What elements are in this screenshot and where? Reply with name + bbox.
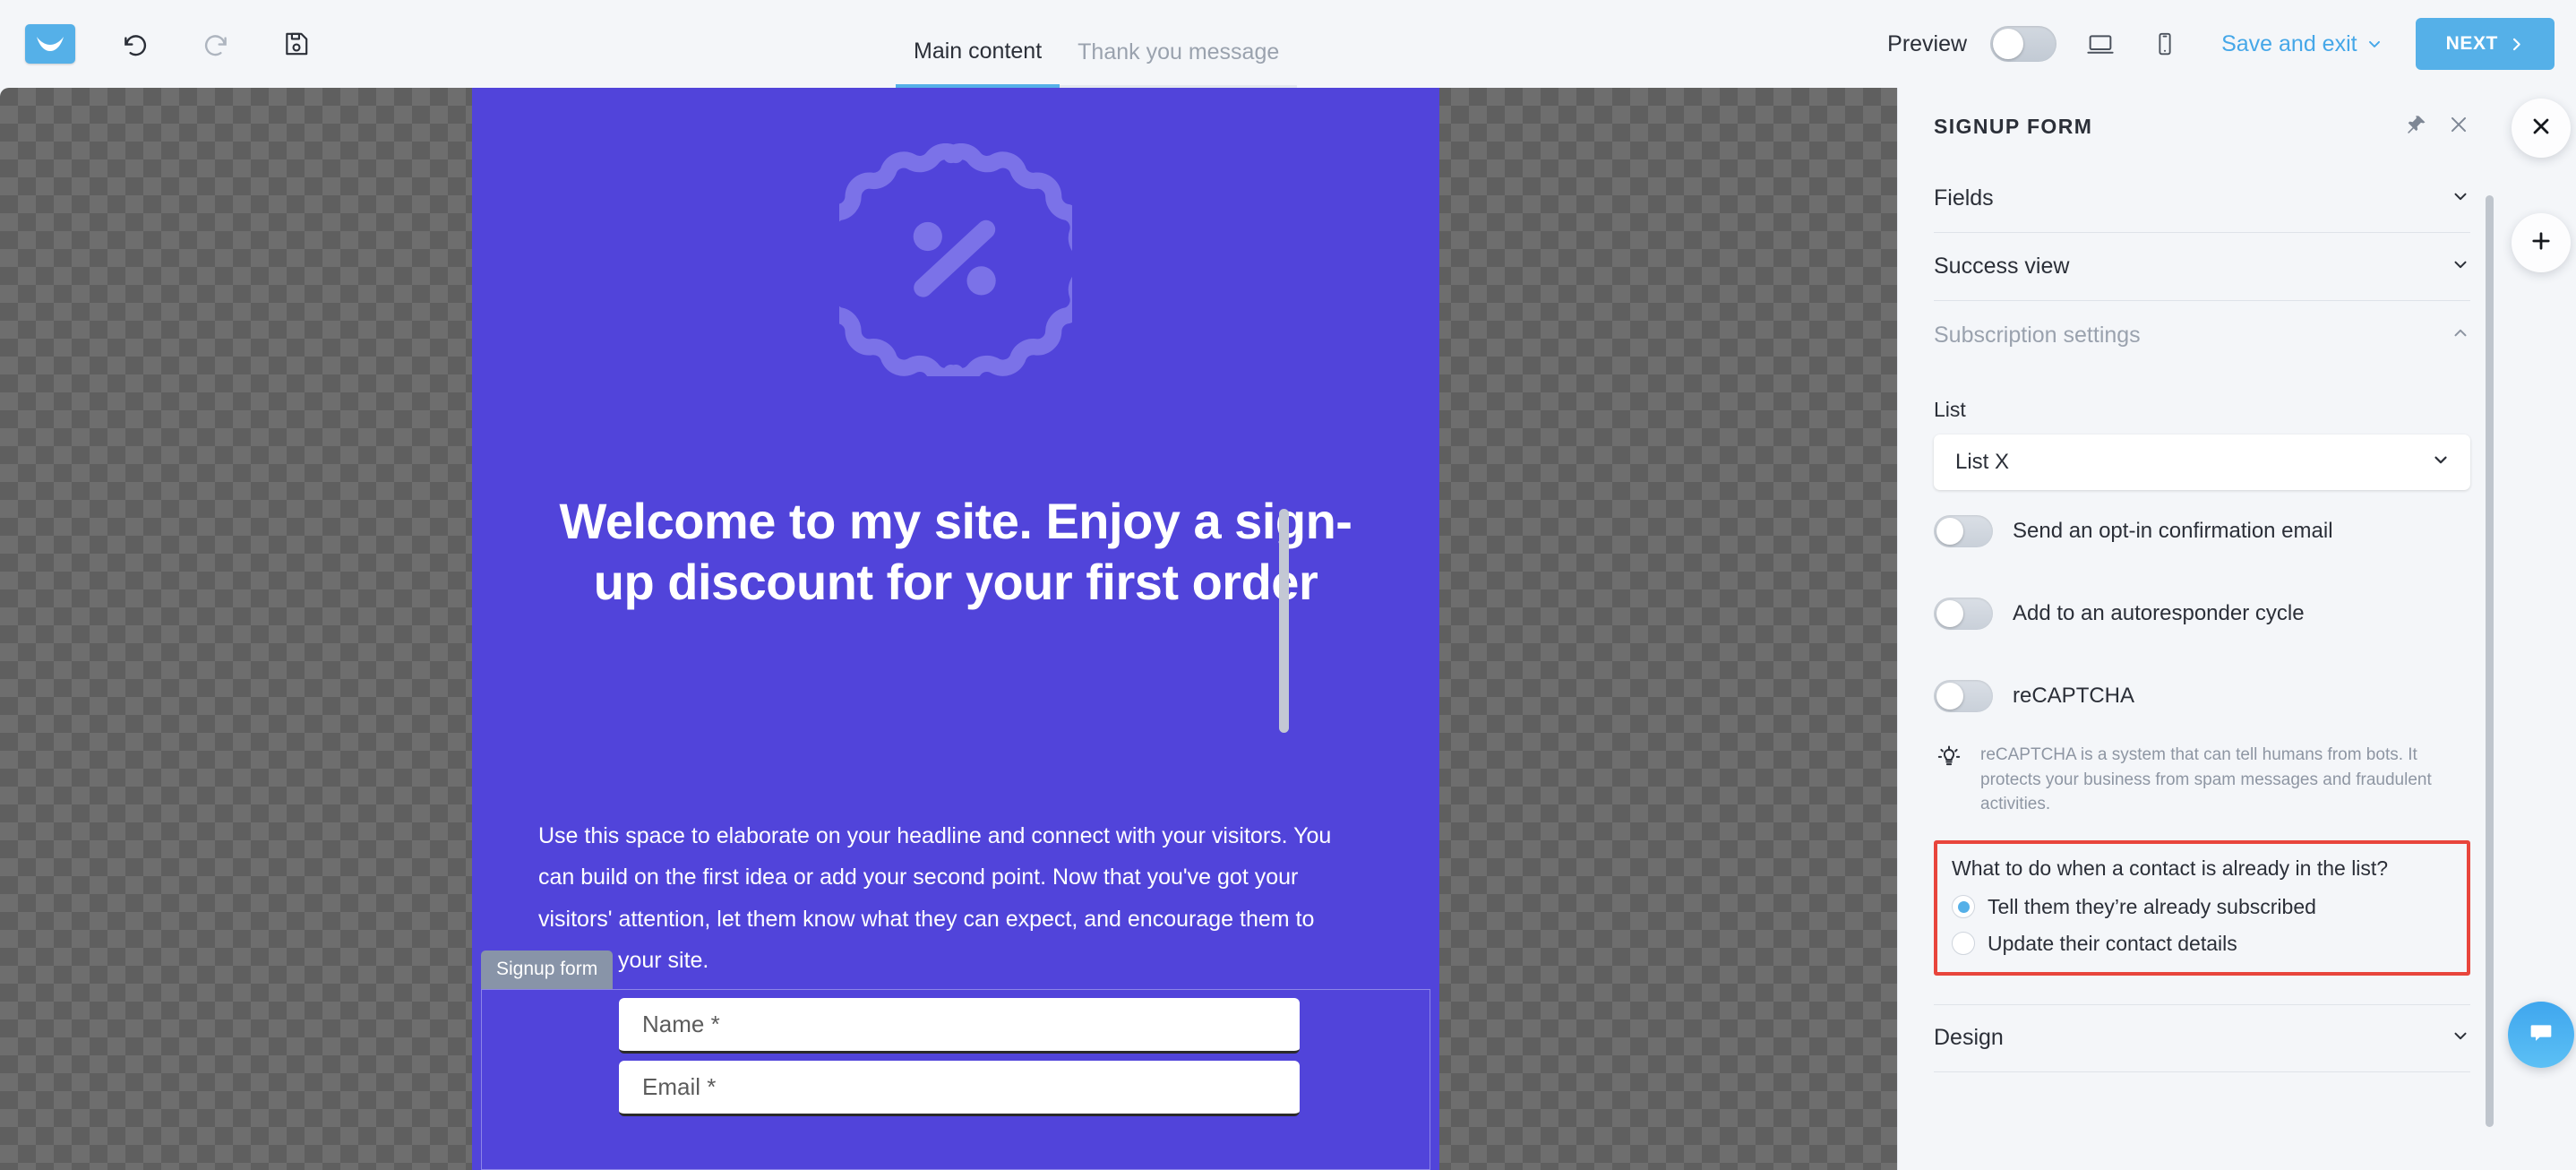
desktop-monitor-icon[interactable] [2080,23,2121,65]
chevron-down-icon [2451,186,2470,211]
section-fields[interactable]: Fields [1934,165,2470,233]
optin-email-label: Send an opt-in confirmation email [2013,519,2333,543]
recaptcha-toggle[interactable] [1934,680,1993,712]
chevron-down-icon [2451,254,2470,279]
chevron-down-icon [2451,1026,2470,1050]
tab-thank-you-message[interactable]: Thank you message [1060,39,1298,88]
duplicate-contact-question: What to do when a contact is already in … [1952,856,2389,880]
panel-scrollbar[interactable] [2486,195,2494,1127]
floppy-disk-save-icon[interactable] [276,23,317,65]
signup-form-block-tag[interactable]: Signup form [481,951,614,989]
panel-header: SIGNUP FORM [1934,88,2470,165]
radio-tell-already-subscribed-label: Tell them they’re already subscribed [1988,894,2316,918]
name-input[interactable]: Name * [619,998,1300,1054]
close-panel-fab[interactable] [2512,99,2571,158]
mobile-phone-icon[interactable] [2144,23,2185,65]
toggle-knob [1936,683,1963,710]
add-block-fab[interactable] [2512,213,2571,272]
preview-toggle[interactable] [1990,26,2057,62]
toggle-row-autoresponder[interactable]: Add to an autoresponder cycle [1934,572,2470,655]
preview-toggle-knob [1993,29,2024,59]
list-field-label: List [1934,398,1966,421]
recaptcha-hint-text: reCAPTCHA is a system that can tell huma… [1980,745,2432,814]
radio-tell-already-subscribed[interactable]: Tell them they’re already subscribed [1952,895,2452,919]
section-success-view-label: Success view [1934,254,2070,279]
chat-support-fab[interactable] [2508,1002,2574,1068]
save-and-exit-label: Save and exit [2221,30,2357,56]
panel-header-actions [2406,113,2470,141]
chevron-right-icon [2512,38,2520,50]
section-design-label: Design [1934,1025,2004,1051]
pin-icon[interactable] [2406,114,2427,140]
form-headline[interactable]: Welcome to my site. Enjoy a sign-up disc… [553,491,1359,614]
lightbulb-icon [1934,743,1964,778]
autoresponder-toggle[interactable] [1934,598,1993,630]
save-and-exit-button[interactable]: Save and exit [2221,31,2383,57]
autoresponder-label: Add to an autoresponder cycle [2013,601,2305,625]
percent-discount-badge-icon [808,142,1098,385]
radio-update-contact-details-label: Update their contact details [1988,931,2237,955]
section-subscription-settings[interactable]: Subscription settings [1934,301,2470,369]
next-button[interactable]: NEXT [2415,18,2555,70]
redo-arrow-icon[interactable] [195,23,236,65]
chevron-down-icon [2368,40,2380,47]
section-success-view[interactable]: Success view [1934,233,2470,301]
section-subscription-settings-label: Subscription settings [1934,322,2141,348]
signup-form-preview[interactable]: Welcome to my site. Enjoy a sign-up disc… [472,88,1439,1170]
duplicate-contact-setting: What to do when a contact is already in … [1934,839,2470,976]
chevron-down-icon [2431,450,2451,476]
panel-title: SIGNUP FORM [1934,114,2093,138]
plus-add-icon [2529,228,2554,258]
editor-tabs: Main content Thank you message [896,0,1298,88]
recaptcha-label: reCAPTCHA [2013,684,2135,708]
toolbar-right-group: Preview Save and exit NEXT [1887,0,2555,88]
settings-panel: SIGNUP FORM Fields Success view Subscrip… [1897,88,2506,1170]
recaptcha-hint: reCAPTCHA is a system that can tell huma… [1934,743,2470,817]
list-select-value: List X [1955,450,2010,474]
toggle-knob [1936,518,1963,545]
undo-arrow-icon[interactable] [115,23,156,65]
radio-button[interactable] [1952,932,1975,956]
mailerlite-envelope-logo[interactable] [25,24,75,64]
chevron-up-icon [2451,323,2470,348]
optin-email-toggle[interactable] [1934,515,1993,547]
section-fields-label: Fields [1934,185,1994,211]
top-toolbar: Main content Thank you message Preview S… [0,0,2576,88]
toolbar-left-group [0,23,317,65]
toggle-row-optin-email[interactable]: Send an opt-in confirmation email [1934,490,2470,572]
toggle-knob [1936,600,1963,627]
tab-main-content[interactable]: Main content [896,39,1060,88]
floating-action-rail [2506,88,2576,1170]
preview-label: Preview [1887,30,1968,56]
toggle-row-recaptcha[interactable]: reCAPTCHA [1934,655,2470,737]
list-select[interactable]: List X [1934,434,2470,490]
email-input[interactable]: Email * [619,1061,1300,1116]
section-design[interactable]: Design [1934,1003,2470,1072]
next-button-label: NEXT [2445,33,2498,54]
radio-update-contact-details[interactable]: Update their contact details [1952,932,2452,956]
text-block-resize-handle[interactable] [1279,509,1289,733]
close-x-icon [2529,114,2554,143]
editor-canvas: Welcome to my site. Enjoy a sign-up disc… [0,88,1897,1170]
radio-button[interactable] [1952,895,1975,919]
chat-bubble-icon [2527,1019,2555,1052]
close-x-icon[interactable] [2447,113,2470,141]
form-subcopy[interactable]: Use this space to elaborate on your head… [538,815,1371,981]
